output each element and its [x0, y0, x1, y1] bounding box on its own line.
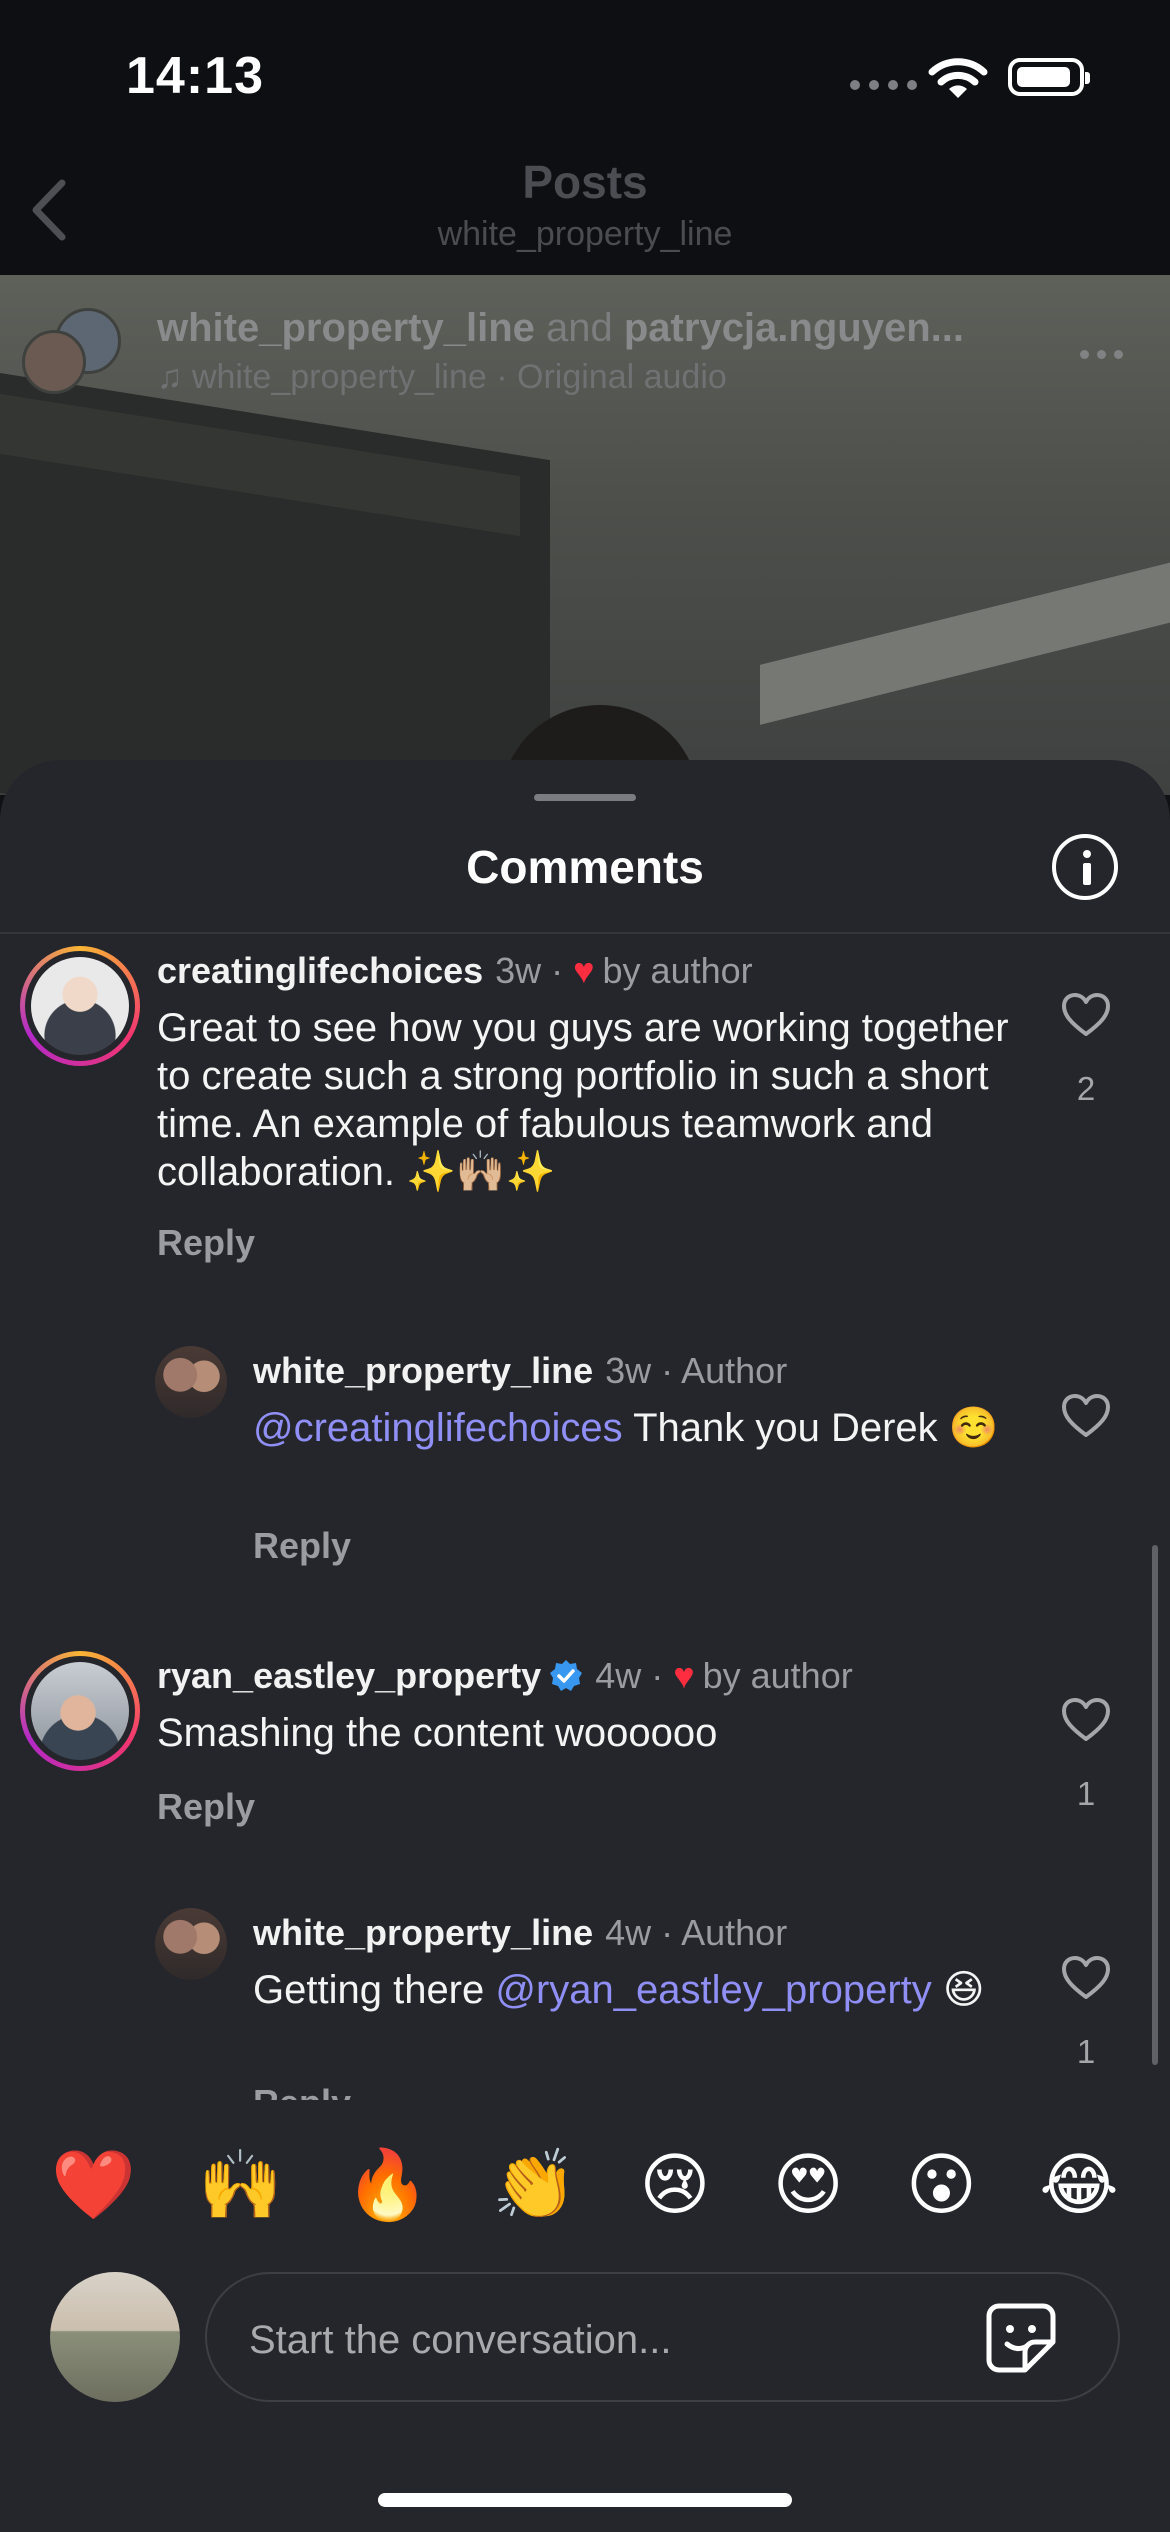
more-options-icon[interactable]	[1080, 350, 1123, 359]
liked-by-author-label: by author	[602, 950, 753, 991]
page-subtitle: white_property_line	[437, 215, 733, 253]
comment-text-body: Getting there	[253, 1968, 496, 2012]
reaction-raised-hands[interactable]: 🙌	[198, 2151, 283, 2219]
reply-button[interactable]: Reply	[157, 1222, 255, 1264]
like-heart-icon[interactable]	[1061, 1393, 1111, 1439]
cellular-signal-icon	[850, 80, 917, 90]
reply-avatar[interactable]	[155, 1346, 227, 1418]
comment-avatar[interactable]	[20, 946, 140, 1066]
like-count: 1	[1076, 2033, 1096, 2070]
comment-composer[interactable]	[205, 2272, 1120, 2402]
emoji-reaction-bar: ❤️ 🙌 🔥 👏 😢 😍 😮 😂	[0, 2100, 1170, 2270]
like-count: 2	[1076, 1070, 1096, 1107]
sticker-icon[interactable]	[985, 2302, 1057, 2374]
comment-text: Great to see how you guys are working to…	[157, 1006, 1009, 1194]
like-heart-icon[interactable]	[1061, 992, 1111, 1038]
like-count: 1	[1076, 1775, 1096, 1812]
reaction-clap[interactable]: 👏	[492, 2151, 577, 2219]
post-author-avatar[interactable]	[22, 330, 86, 394]
scrollbar[interactable]	[1152, 1545, 1158, 2065]
home-indicator	[378, 2493, 792, 2507]
post-author-2[interactable]: patrycja.nguyen...	[624, 306, 964, 350]
reaction-laughing[interactable]: 😂	[1039, 2151, 1118, 2219]
reply-button[interactable]: Reply	[253, 1525, 351, 1567]
comment-text-emoji: 😆	[931, 1968, 985, 2012]
post-author-1[interactable]: white_property_line	[157, 306, 535, 350]
comment-time: 4w ·	[595, 1655, 664, 1696]
reply-button[interactable]: Reply	[157, 1786, 255, 1828]
comment-meta: creatinglifechoices 3w · ♥ by author	[157, 950, 753, 992]
comment-input[interactable]	[247, 2304, 951, 2376]
sheet-grabber[interactable]	[534, 794, 636, 801]
verified-badge-icon	[550, 1660, 583, 1691]
like-heart-icon[interactable]	[1061, 1955, 1111, 2001]
comment-time: 3w · Author	[605, 1350, 788, 1391]
post-authors-and: and	[546, 306, 613, 350]
comment-meta: ryan_eastley_property 4w · ♥ by author	[157, 1655, 853, 1697]
post-audio-label: white_property_line · Original audio	[191, 358, 727, 396]
liked-by-author-label: by author	[702, 1655, 853, 1696]
comment-username[interactable]: white_property_line	[253, 1350, 593, 1392]
mention-link[interactable]: @creatinglifechoices	[253, 1406, 623, 1450]
wifi-icon	[928, 58, 988, 98]
liked-by-author-icon: ♥	[573, 950, 595, 991]
reply-avatar[interactable]	[155, 1908, 227, 1980]
reaction-heart[interactable]: ❤️	[51, 2151, 136, 2219]
like-heart-icon[interactable]	[1061, 1697, 1111, 1743]
reaction-surprised[interactable]: 😮	[906, 2151, 977, 2219]
comment-username[interactable]: white_property_line	[253, 1912, 593, 1954]
post-video-frame[interactable]	[0, 275, 1170, 795]
comment-text: Smashing the content woooooo	[157, 1711, 718, 1755]
comment-text-body: Thank you Derek ☺️	[622, 1406, 999, 1450]
music-note-icon: ♫	[157, 358, 192, 396]
liked-by-author-icon: ♥	[673, 1655, 695, 1696]
comments-title: Comments	[466, 841, 704, 893]
page-title: Posts	[522, 156, 648, 208]
comment-username[interactable]: creatinglifechoices	[157, 950, 483, 992]
info-button[interactable]	[1052, 834, 1118, 900]
post-authors[interactable]: white_property_line and patrycja.nguyen.…	[157, 306, 964, 351]
post-audio[interactable]: ♫ white_property_line · Original audio	[157, 358, 727, 397]
battery-icon	[1008, 58, 1090, 96]
mention-link[interactable]: @ryan_eastley_property	[495, 1968, 931, 2012]
reaction-fire[interactable]: 🔥	[345, 2151, 430, 2219]
comment-time: 4w · Author	[605, 1912, 788, 1953]
comment-username[interactable]: ryan_eastley_property	[157, 1655, 541, 1697]
reaction-heart-eyes[interactable]: 😍	[773, 2151, 844, 2219]
comment-meta: white_property_line 4w · Author	[253, 1912, 787, 1954]
divider	[0, 932, 1170, 934]
status-time: 14:13	[126, 47, 264, 105]
comment-meta: white_property_line 3w · Author	[253, 1350, 787, 1392]
current-user-avatar	[50, 2272, 180, 2402]
comment-time: 3w ·	[495, 950, 564, 991]
comment-avatar[interactable]	[20, 1651, 140, 1771]
reaction-crying[interactable]: 😢	[639, 2151, 710, 2219]
comment-text: Getting there @ryan_eastley_property 😆	[253, 1966, 1033, 2014]
comment-text: @creatinglifechoices Thank you Derek ☺️	[253, 1404, 1013, 1452]
